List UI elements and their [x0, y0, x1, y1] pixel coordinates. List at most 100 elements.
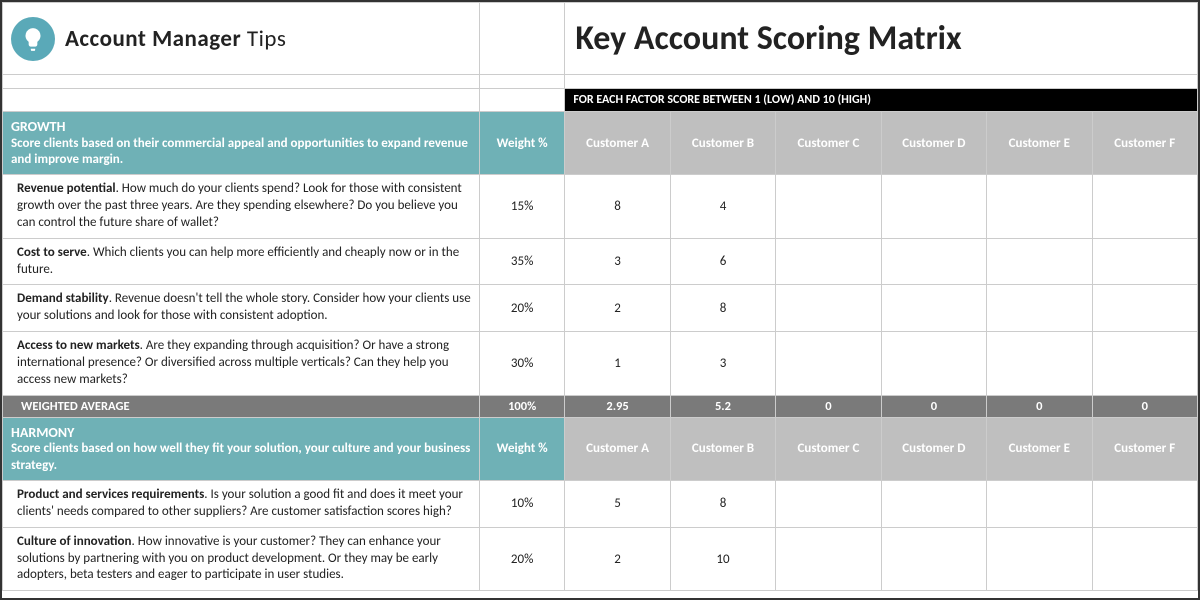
score-cell[interactable]: 8: [565, 175, 670, 239]
score-cell[interactable]: 2: [565, 527, 670, 591]
section-header-growth: GROWTH Score clients based on their comm…: [3, 112, 480, 175]
score-cell[interactable]: 1: [565, 332, 670, 396]
customer-header: Customer F: [1092, 417, 1197, 480]
factor-name: Demand stability: [17, 291, 109, 306]
score-cell[interactable]: 4: [670, 175, 775, 239]
page-title: Key Account Scoring Matrix: [565, 3, 1198, 75]
score-cell[interactable]: [776, 175, 881, 239]
customer-header: Customer F: [1092, 112, 1197, 175]
section-name: GROWTH: [11, 118, 471, 136]
customer-header: Customer D: [881, 112, 986, 175]
score-cell[interactable]: [776, 332, 881, 396]
customer-header: Customer E: [987, 417, 1092, 480]
score-cell[interactable]: [987, 238, 1092, 285]
score-cell[interactable]: [881, 527, 986, 591]
factor-cell: Access to new markets. Are they expandin…: [3, 332, 480, 396]
score-cell[interactable]: [1092, 332, 1197, 396]
factor-name: Revenue potential: [17, 181, 116, 196]
score-cell[interactable]: 8: [670, 480, 775, 527]
section-desc: Score clients based on their commercial …: [11, 136, 471, 169]
score-cell[interactable]: [987, 332, 1092, 396]
avg-weight: 100%: [479, 395, 564, 417]
empty-cell: [479, 89, 564, 112]
score-cell[interactable]: [987, 480, 1092, 527]
weight-cell[interactable]: 20%: [479, 285, 564, 332]
score-cell[interactable]: [1092, 175, 1197, 239]
score-cell[interactable]: [776, 285, 881, 332]
factor-cell: Revenue potential. How much do your clie…: [3, 175, 480, 239]
table-row: Access to new markets. Are they expandin…: [3, 332, 1198, 396]
table-row: Culture of innovation. How innovative is…: [3, 527, 1198, 591]
factor-cell: Product and services requirements. Is yo…: [3, 480, 480, 527]
customer-header: Customer B: [670, 417, 775, 480]
score-cell[interactable]: [987, 285, 1092, 332]
weight-cell[interactable]: 10%: [479, 480, 564, 527]
score-cell[interactable]: [881, 332, 986, 396]
instruction-bar: FOR EACH FACTOR SCORE BETWEEN 1 (LOW) AN…: [565, 89, 1198, 112]
spreadsheet-frame: Account Manager Tips Key Account Scoring…: [0, 0, 1200, 600]
score-cell[interactable]: [881, 238, 986, 285]
score-cell[interactable]: [881, 285, 986, 332]
score-cell[interactable]: 2: [565, 285, 670, 332]
customer-header: Customer A: [565, 417, 670, 480]
score-cell[interactable]: [987, 527, 1092, 591]
avg-score: 0: [987, 395, 1092, 417]
score-cell[interactable]: 8: [670, 285, 775, 332]
weighted-average-row: WEIGHTED AVERAGE 100% 2.95 5.2 0 0 0 0: [3, 395, 1198, 417]
score-cell[interactable]: [776, 527, 881, 591]
customer-header: Customer A: [565, 112, 670, 175]
avg-score: 2.95: [565, 395, 670, 417]
factor-name: Cost to serve: [17, 245, 87, 260]
lightbulb-icon: [11, 17, 55, 61]
brand-name-light: Tips: [247, 25, 286, 53]
score-cell[interactable]: [881, 480, 986, 527]
section-desc: Score clients based on how well they fit…: [11, 441, 471, 474]
brand-name: Account Manager Tips: [65, 25, 286, 53]
empty-cell: [479, 3, 564, 75]
avg-score: 5.2: [670, 395, 775, 417]
factor-name: Access to new markets: [17, 338, 140, 353]
table-row: Revenue potential. How much do your clie…: [3, 175, 1198, 239]
score-cell[interactable]: [1092, 527, 1197, 591]
avg-label: WEIGHTED AVERAGE: [3, 395, 480, 417]
scoring-matrix-table: Account Manager Tips Key Account Scoring…: [2, 2, 1198, 591]
table-row: Product and services requirements. Is yo…: [3, 480, 1198, 527]
score-cell[interactable]: 3: [670, 332, 775, 396]
score-cell[interactable]: 6: [670, 238, 775, 285]
customer-header: Customer D: [881, 417, 986, 480]
score-cell[interactable]: [1092, 480, 1197, 527]
weight-header: Weight %: [479, 112, 564, 175]
brand-name-bold: Account Manager: [65, 25, 241, 53]
table-row: Cost to serve. Which clients you can hel…: [3, 238, 1198, 285]
factor-cell: Cost to serve. Which clients you can hel…: [3, 238, 480, 285]
score-cell[interactable]: 5: [565, 480, 670, 527]
score-cell[interactable]: 10: [670, 527, 775, 591]
section-header-harmony: HARMONY Score clients based on how well …: [3, 417, 480, 480]
brand-cell: Account Manager Tips: [3, 3, 480, 75]
score-cell[interactable]: 3: [565, 238, 670, 285]
score-cell[interactable]: [776, 480, 881, 527]
customer-header: Customer E: [987, 112, 1092, 175]
weight-cell[interactable]: 30%: [479, 332, 564, 396]
weight-header: Weight %: [479, 417, 564, 480]
factor-cell: Demand stability. Revenue doesn't tell t…: [3, 285, 480, 332]
customer-header: Customer B: [670, 112, 775, 175]
factor-name: Culture of innovation: [17, 534, 131, 549]
weight-cell[interactable]: 35%: [479, 238, 564, 285]
weight-cell[interactable]: 15%: [479, 175, 564, 239]
section-name: HARMONY: [11, 424, 471, 442]
customer-header: Customer C: [776, 417, 881, 480]
factor-name: Product and services requirements: [17, 487, 204, 502]
score-cell[interactable]: [881, 175, 986, 239]
table-row: Demand stability. Revenue doesn't tell t…: [3, 285, 1198, 332]
empty-cell: [3, 89, 480, 112]
avg-score: 0: [881, 395, 986, 417]
avg-score: 0: [776, 395, 881, 417]
customer-header: Customer C: [776, 112, 881, 175]
score-cell[interactable]: [1092, 285, 1197, 332]
factor-cell: Culture of innovation. How innovative is…: [3, 527, 480, 591]
score-cell[interactable]: [987, 175, 1092, 239]
score-cell[interactable]: [1092, 238, 1197, 285]
weight-cell[interactable]: 20%: [479, 527, 564, 591]
score-cell[interactable]: [776, 238, 881, 285]
